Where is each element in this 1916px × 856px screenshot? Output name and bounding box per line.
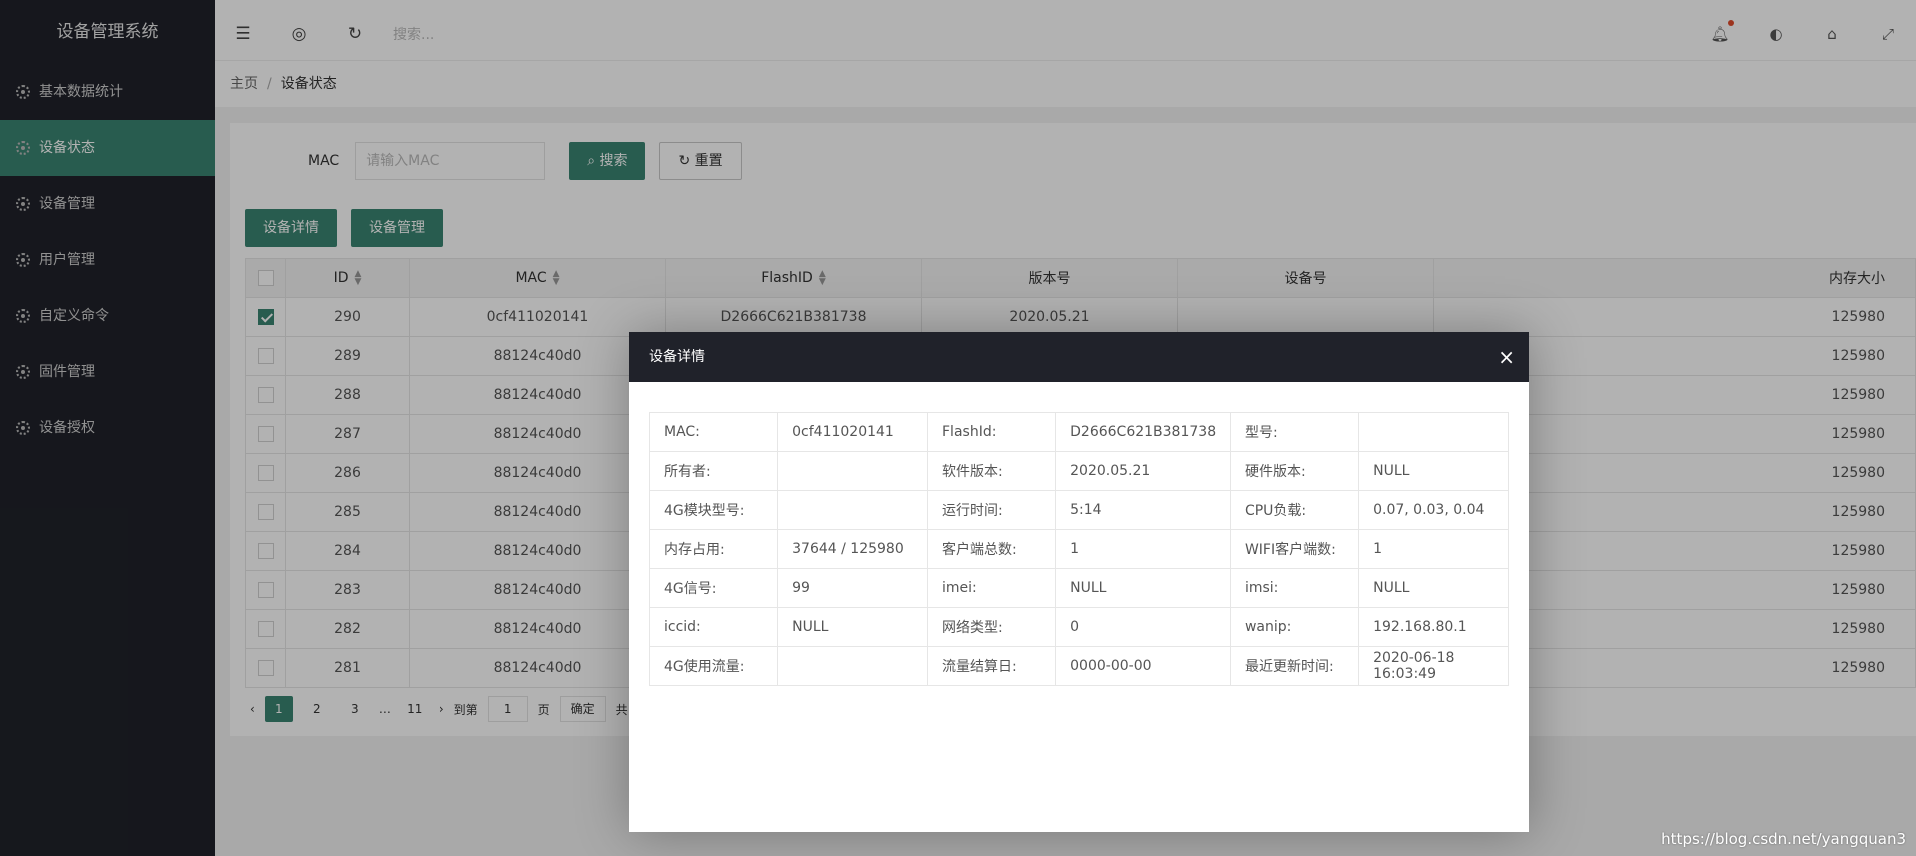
detail-value: NULL <box>777 607 928 647</box>
detail-value <box>777 646 928 686</box>
detail-value: 0 <box>1055 607 1231 647</box>
detail-row: MAC: 0cf411020141 FlashId: D2666C621B381738… <box>648 412 1509 452</box>
detail-value: 0cf411020141 <box>777 412 928 452</box>
detail-key: imei: <box>926 568 1057 608</box>
detail-value: NULL <box>1358 451 1509 491</box>
detail-key: MAC: <box>648 412 779 452</box>
watermark: https://blog.csdn.net/yangquan3 <box>1661 830 1906 848</box>
detail-row: 4G模块型号: 运行时间: 5:14 CPU负载: 0.07, 0.03, 0.04 <box>648 490 1509 530</box>
detail-value: 1 <box>1358 529 1509 569</box>
detail-key: 4G信号: <box>648 568 779 608</box>
detail-key: CPU负载: <box>1229 490 1360 530</box>
detail-key: iccid: <box>648 607 779 647</box>
detail-value: 2020-06-18 16:03:49 <box>1358 646 1509 686</box>
detail-key: 软件版本: <box>926 451 1057 491</box>
detail-value: 99 <box>777 568 928 608</box>
detail-key: 网络类型: <box>926 607 1057 647</box>
detail-row: 4G信号: 99 imei: NULL imsi: NULL <box>648 568 1509 608</box>
detail-key: imsi: <box>1229 568 1360 608</box>
detail-value <box>777 490 928 530</box>
modal-title: 设备详情 <box>649 349 705 365</box>
detail-key: WIFI客户端数: <box>1229 529 1360 569</box>
detail-value: NULL <box>1055 568 1231 608</box>
detail-row: 所有者: 软件版本: 2020.05.21 硬件版本: NULL <box>648 451 1509 491</box>
detail-key: 4G使用流量: <box>648 646 779 686</box>
detail-key: FlashId: <box>926 412 1057 452</box>
detail-row: 内存占用: 37644 / 125980 客户端总数: 1 WIFI客户端数: 1 <box>648 529 1509 569</box>
modal-header: 设备详情 × <box>629 332 1529 382</box>
detail-key: 4G模块型号: <box>648 490 779 530</box>
detail-key: 流量结算日: <box>926 646 1057 686</box>
detail-value: 37644 / 125980 <box>777 529 928 569</box>
detail-row: 4G使用流量: 流量结算日: 0000-00-00 最近更新时间: 2020-06-18… <box>648 646 1509 686</box>
detail-key: 最近更新时间: <box>1229 646 1360 686</box>
detail-value: 1 <box>1055 529 1231 569</box>
detail-value: D2666C621B381738 <box>1055 412 1231 452</box>
detail-key: wanip: <box>1229 607 1360 647</box>
detail-key: 客户端总数: <box>926 529 1057 569</box>
detail-row: iccid: NULL 网络类型: 0 wanip: 192.168.80.1 <box>648 607 1509 647</box>
detail-key: 型号: <box>1229 412 1360 452</box>
detail-value: 0.07, 0.03, 0.04 <box>1358 490 1509 530</box>
detail-value: 0000-00-00 <box>1055 646 1231 686</box>
detail-key: 运行时间: <box>926 490 1057 530</box>
detail-value: 5:14 <box>1055 490 1231 530</box>
detail-table: MAC: 0cf411020141 FlashId: D2666C621B381738… <box>648 412 1509 686</box>
detail-value: 2020.05.21 <box>1055 451 1231 491</box>
detail-key: 硬件版本: <box>1229 451 1360 491</box>
detail-value <box>1358 412 1509 452</box>
detail-key: 内存占用: <box>648 529 779 569</box>
detail-value: NULL <box>1358 568 1509 608</box>
detail-value <box>777 451 928 491</box>
device-detail-modal: 设备详情 × MAC: 0cf411020141 FlashId: D2666C621… <box>629 332 1529 832</box>
close-icon[interactable]: × <box>1498 332 1515 382</box>
detail-value: 192.168.80.1 <box>1358 607 1509 647</box>
detail-key: 所有者: <box>648 451 779 491</box>
